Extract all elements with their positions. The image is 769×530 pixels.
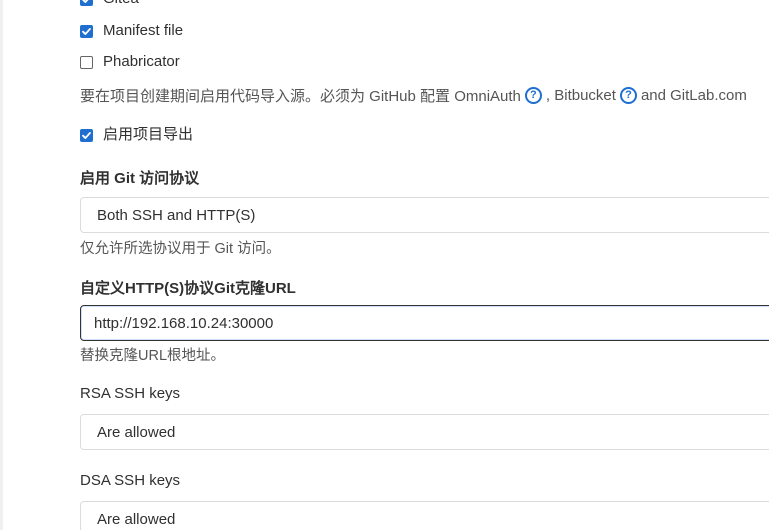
import-source-phabricator[interactable]: Phabricator [80, 52, 180, 72]
checkbox-gitea-label: Gitea [103, 0, 139, 9]
check-icon [82, 131, 91, 139]
checkbox-manifest[interactable] [80, 24, 93, 38]
left-gutter [0, 0, 3, 530]
import-source-manifest[interactable]: Manifest file [80, 21, 183, 41]
import-sources-help: 要在项目创建期间启用代码导入源。必须为 GitHub 配置 OmniAuth ?… [80, 85, 747, 106]
rsa-keys-select[interactable]: Are allowed [80, 414, 769, 450]
check-icon [82, 0, 89, 3]
import-source-gitea[interactable]: Gitea [80, 0, 139, 9]
clone-url-hint: 替换克隆URL根地址。 [80, 348, 226, 364]
dsa-keys-selected: Are allowed [97, 510, 176, 528]
rsa-keys-label: RSA SSH keys [80, 385, 181, 402]
check-icon [82, 27, 91, 35]
help-text-gitlab: and GitLab.com [640, 87, 747, 104]
checkbox-project-export[interactable] [80, 128, 93, 142]
rsa-keys-selected: Are allowed [97, 423, 176, 441]
checkbox-phabricator-label: Phabricator [103, 53, 180, 70]
clone-url-input[interactable]: http://192.168.10.24:30000 [80, 305, 769, 341]
dsa-keys-label: DSA SSH keys [80, 472, 181, 489]
checkbox-gitea[interactable] [80, 0, 93, 6]
git-protocol-hint: 仅允许所选协议用于 Git 访问。 [80, 241, 281, 257]
omniauth-help-icon[interactable]: ? [524, 87, 542, 104]
git-protocol-label: 启用 Git 访问协议 [80, 170, 200, 187]
help-text-bitbucket: , Bitbucket [545, 87, 616, 104]
project-export-toggle[interactable]: 启用项目导出 [80, 125, 193, 145]
clone-url-value: http://192.168.10.24:30000 [94, 314, 274, 332]
checkbox-manifest-label: Manifest file [103, 22, 184, 39]
help-text-prefix: 要在项目创建期间启用代码导入源。必须为 GitHub 配置 OmniAuth [80, 88, 521, 105]
git-protocol-selected: Both SSH and HTTP(S) [97, 206, 256, 224]
checkbox-phabricator[interactable] [80, 55, 93, 69]
bitbucket-help-icon[interactable]: ? [619, 87, 637, 104]
admin-settings-panel: Gitea Manifest file Phabricator 要在项目创建期间… [0, 0, 769, 530]
project-export-label: 启用项目导出 [103, 126, 194, 143]
git-protocol-select[interactable]: Both SSH and HTTP(S) [80, 197, 769, 233]
dsa-keys-select[interactable]: Are allowed [80, 501, 769, 530]
clone-url-label: 自定义HTTP(S)协议Git克隆URL [80, 280, 296, 297]
